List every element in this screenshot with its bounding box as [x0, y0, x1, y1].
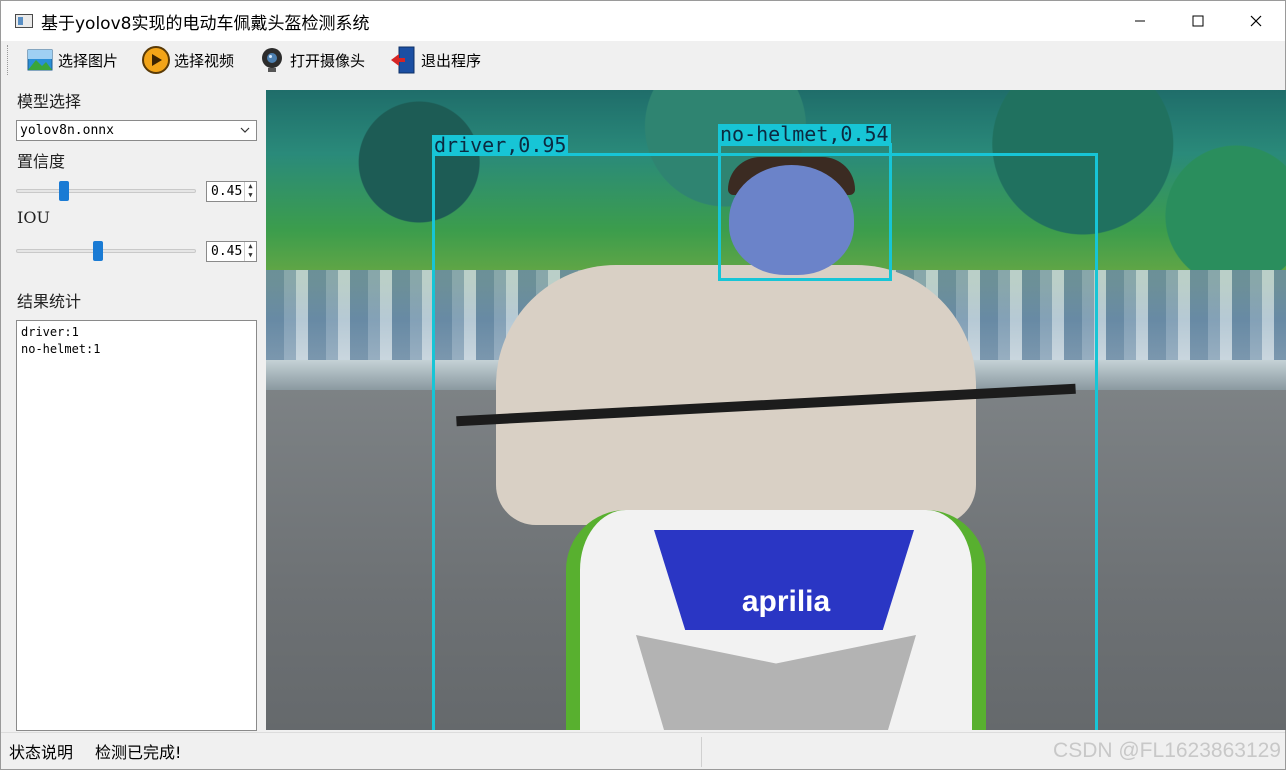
model-select-label: 模型选择	[17, 92, 82, 111]
iou-spinbox[interactable]: 0.45 ▲ ▼	[206, 241, 257, 262]
app-window: 基于yolov8实现的电动车佩戴头盔检测系统 选择图片 选择视频 打开摄像头 退…	[0, 0, 1286, 770]
select-image-button[interactable]: 选择图片	[20, 44, 124, 76]
minimize-button[interactable]	[1111, 1, 1169, 41]
iou-slider-track[interactable]	[16, 249, 196, 253]
result-line: no-helmet:1	[21, 342, 101, 356]
status-bar: 状态说明 检测已完成! CSDN @FL1623863129	[1, 732, 1285, 769]
confidence-slider-track[interactable]	[16, 189, 196, 193]
select-video-button[interactable]: 选择视频	[136, 44, 240, 76]
window-title: 基于yolov8实现的电动车佩戴头盔检测系统	[41, 13, 370, 34]
settings-panel: 模型选择 yolov8n.onnx 置信度 0.45 ▲ ▼ IOU 0.45 ▲…	[7, 85, 259, 735]
confidence-value: 0.45	[211, 184, 243, 199]
bbox-label-no-helmet: no-helmet,0.54	[718, 122, 891, 146]
status-separator	[701, 737, 702, 767]
results-textbox[interactable]: driver:1 no-helmet:1	[16, 320, 257, 731]
iou-value: 0.45	[211, 244, 243, 259]
result-line: driver:1	[21, 325, 79, 339]
iou-label: IOU	[17, 208, 50, 227]
select-image-label: 选择图片	[58, 51, 119, 70]
webcam-icon	[258, 46, 286, 74]
close-icon	[1250, 15, 1262, 27]
detection-image: aprilia driver,0.95 no-helmet,0.54	[266, 90, 1286, 730]
bbox-label-driver: driver,0.95	[432, 133, 569, 157]
results-label: 结果统计	[17, 292, 82, 311]
maximize-button[interactable]	[1169, 1, 1227, 41]
close-button[interactable]	[1227, 1, 1285, 41]
play-icon	[142, 46, 171, 74]
model-select-value: yolov8n.onnx	[20, 123, 114, 138]
open-camera-label: 打开摄像头	[290, 51, 366, 70]
maximize-icon	[1192, 15, 1204, 27]
spin-arrows-icon[interactable]: ▲ ▼	[244, 182, 256, 201]
confidence-slider-handle[interactable]	[59, 181, 69, 201]
status-message: 检测已完成!	[95, 743, 182, 762]
open-camera-button[interactable]: 打开摄像头	[252, 44, 371, 76]
iou-slider-handle[interactable]	[93, 241, 103, 261]
exit-program-label: 退出程序	[421, 51, 482, 70]
exit-door-icon	[389, 46, 417, 74]
model-select[interactable]: yolov8n.onnx	[16, 120, 257, 141]
toolbar: 选择图片 选择视频 打开摄像头 退出程序	[1, 41, 1285, 79]
window-controls	[1111, 1, 1285, 41]
confidence-label: 置信度	[17, 152, 66, 171]
spin-arrows-icon[interactable]: ▲ ▼	[244, 242, 256, 261]
watermark: CSDN @FL1623863129	[1053, 739, 1281, 762]
exit-program-button[interactable]: 退出程序	[383, 44, 487, 76]
title-bar: 基于yolov8实现的电动车佩戴头盔检测系统	[1, 1, 1285, 41]
minimize-icon	[1135, 20, 1145, 22]
bbox-no-helmet	[718, 143, 892, 281]
image-icon	[26, 46, 54, 74]
app-icon	[15, 14, 33, 28]
select-video-label: 选择视频	[174, 51, 235, 70]
toolbar-grip[interactable]	[7, 45, 10, 75]
chevron-down-icon	[240, 127, 250, 133]
confidence-spinbox[interactable]: 0.45 ▲ ▼	[206, 181, 257, 202]
status-title: 状态说明	[9, 743, 74, 762]
